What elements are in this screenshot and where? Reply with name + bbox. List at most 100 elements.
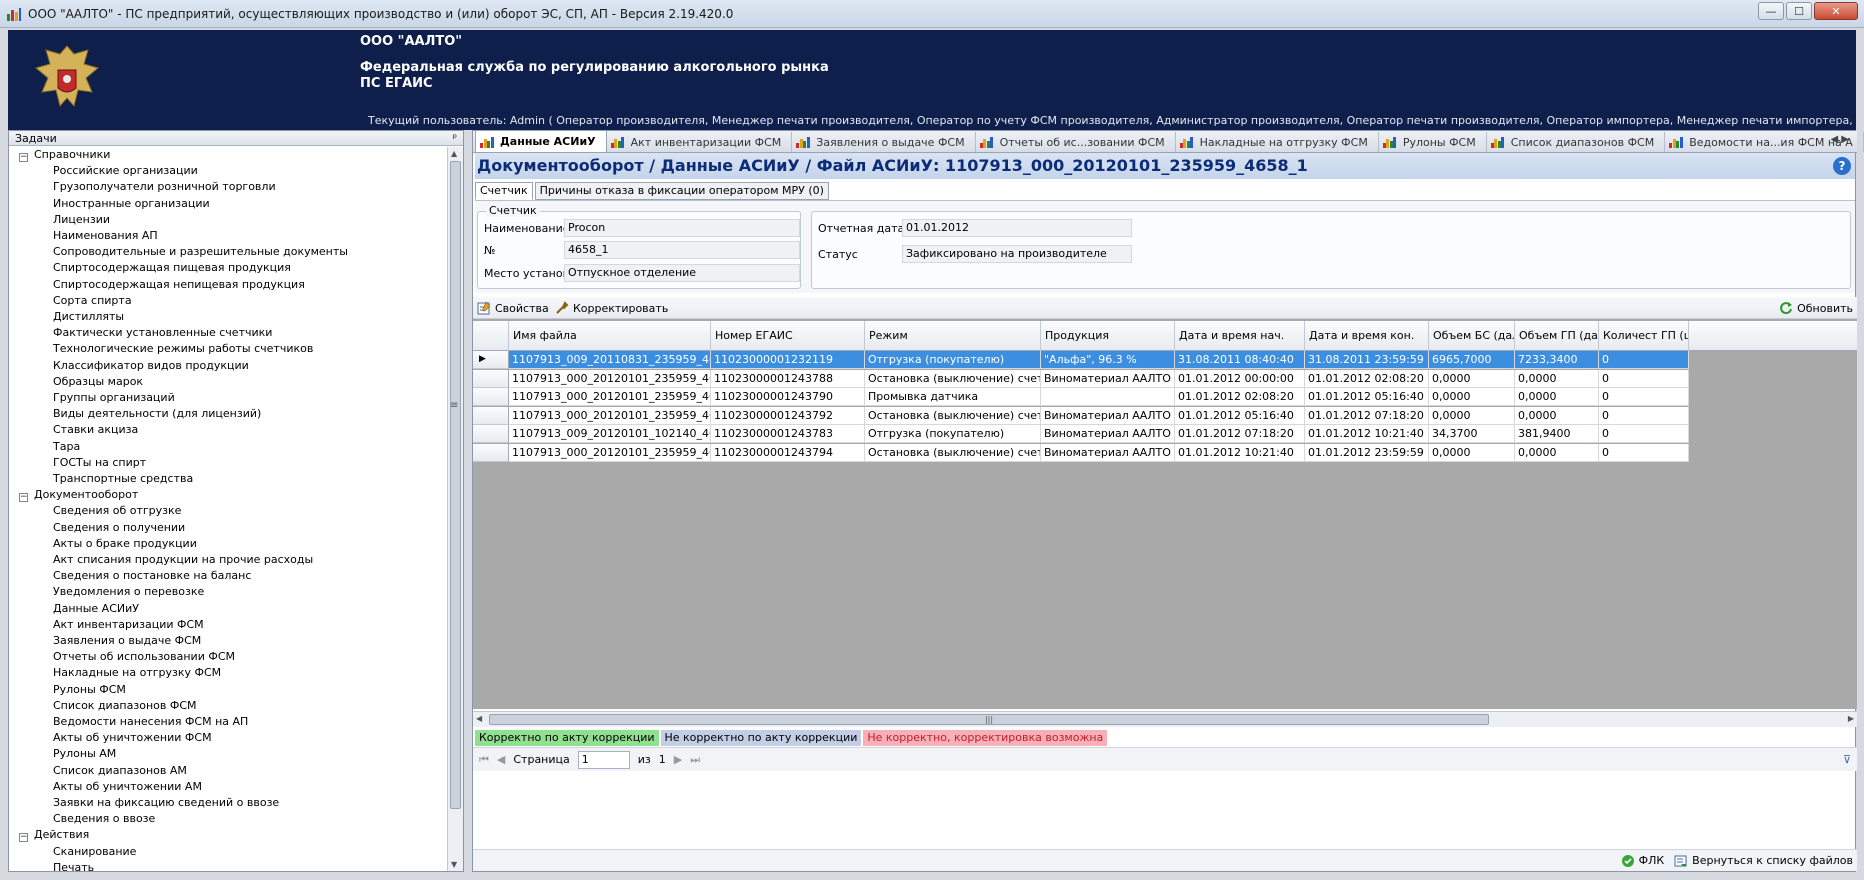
last-page-icon[interactable]: ⏭ <box>690 753 700 767</box>
column-header[interactable]: Дата и время нач. <box>1175 321 1305 351</box>
back-to-files-button[interactable]: Вернуться к списку файлов <box>1674 854 1853 868</box>
collapse-icon[interactable]: − <box>19 493 28 503</box>
minimize-button[interactable]: — <box>1758 2 1784 20</box>
subtab-rejection-reasons[interactable]: Причины отказа в фиксации оператором МРУ… <box>534 182 829 200</box>
column-header[interactable]: Объем БС (дал) <box>1429 321 1515 351</box>
tree-item[interactable]: Сведения о ввозе <box>53 811 155 827</box>
tree-item[interactable]: ГОСТы на спирт <box>53 455 146 471</box>
collapse-icon[interactable]: − <box>19 833 28 843</box>
tab-document[interactable]: Данные АСИиУ <box>475 130 607 152</box>
row-header[interactable] <box>473 388 509 407</box>
row-header[interactable] <box>473 406 509 425</box>
scroll-up-icon[interactable]: ▲ <box>451 149 457 158</box>
tree-item[interactable]: Группы организаций <box>53 390 175 406</box>
tree-item[interactable]: Акт списания продукции на прочие расходы <box>53 552 313 568</box>
flk-button[interactable]: ФЛК <box>1621 854 1664 868</box>
row-header[interactable] <box>473 425 509 444</box>
tree-item[interactable]: Накладные на отгрузку ФСМ <box>53 665 221 681</box>
table-row[interactable]: 1107913_009_20120101_102140_4658_1110230… <box>473 425 1689 444</box>
name-field[interactable]: Procon <box>564 219 800 237</box>
first-page-icon[interactable]: ⏮ <box>479 753 489 767</box>
tree-item[interactable]: Список диапазонов ФСМ <box>53 698 197 714</box>
status-field[interactable]: Зафиксировано на производителе <box>902 245 1132 263</box>
properties-button[interactable]: Свойства <box>477 300 549 316</box>
tree-item[interactable]: Образцы марок <box>53 374 143 390</box>
scroll-left-icon[interactable]: ◀ <box>476 714 482 723</box>
prev-page-icon[interactable]: ◀ <box>497 753 505 766</box>
row-header[interactable] <box>473 444 509 462</box>
report-date-field[interactable]: 01.01.2012 <box>902 219 1132 237</box>
correct-button[interactable]: Корректировать <box>555 300 668 316</box>
tree-item[interactable]: Виды деятельности (для лицензий) <box>53 406 261 422</box>
tree-item[interactable]: Заявки на фиксацию сведений о ввозе <box>53 795 279 811</box>
tree-item[interactable]: Сведения об отгрузке <box>53 503 181 519</box>
tree-item[interactable]: Тара <box>53 439 80 455</box>
tree-item[interactable]: Наименования АП <box>53 228 158 244</box>
table-row[interactable]: 1107913_000_20120101_235959_4658_1110230… <box>473 388 1689 407</box>
panel-splitter-icon[interactable]: ≡ <box>450 400 458 411</box>
tab-document[interactable]: Отчеты об ис...зовании ФСМ <box>976 132 1176 152</box>
close-button[interactable]: ✕ <box>1814 2 1858 20</box>
tree-item[interactable]: Лицензии <box>53 212 110 228</box>
tree-group[interactable]: − Действия <box>19 827 89 843</box>
tab-scroll-arrows-icon[interactable]: ◀ ▶ <box>1830 134 1849 145</box>
maximize-button[interactable]: ☐ <box>1786 2 1812 20</box>
column-header[interactable]: Продукция <box>1041 321 1175 351</box>
tree-item[interactable]: Заявления о выдаче ФСМ <box>53 633 201 649</box>
tree-item[interactable]: Сопроводительные и разрешительные докуме… <box>53 244 348 260</box>
tab-document[interactable]: Список диапазонов ФСМ <box>1487 132 1666 152</box>
tree-item[interactable]: Данные АСИиУ <box>53 601 139 617</box>
tree-item[interactable]: Печать <box>53 860 94 871</box>
help-icon[interactable]: ? <box>1833 157 1851 175</box>
tree-item[interactable]: Сорта спирта <box>53 293 132 309</box>
tree-item[interactable]: Дистилляты <box>53 309 124 325</box>
hscroll-thumb[interactable]: ||| <box>489 714 1489 725</box>
tree-item[interactable]: Уведомления о перевозке <box>53 584 204 600</box>
tab-document[interactable]: Накладные на отгрузку ФСМ <box>1176 132 1379 152</box>
subtab-counter[interactable]: Счетчик <box>475 182 533 200</box>
row-header[interactable]: ▶ <box>473 351 509 369</box>
refresh-button[interactable]: Обновить <box>1779 300 1853 316</box>
pin-icon[interactable]: ᵖ <box>453 133 457 144</box>
tree-item[interactable]: Иностранные организации <box>53 196 210 212</box>
tree-item[interactable]: Ставки акциза <box>53 422 138 438</box>
number-field[interactable]: 4658_1 <box>564 241 800 259</box>
collapse-icon[interactable]: − <box>19 153 28 162</box>
tree-item[interactable]: Сканирование <box>53 844 136 860</box>
tree-item[interactable]: Транспортные средства <box>53 471 193 487</box>
column-header[interactable]: Количест ГП (шт) <box>1599 321 1689 351</box>
tree-item[interactable]: Рулоны ФСМ <box>53 682 126 698</box>
tree-item[interactable]: Грузополучатели розничной торговли <box>53 179 276 195</box>
tree-item[interactable]: Российские организации <box>53 163 198 179</box>
place-field[interactable]: Отпускное отделение <box>564 264 800 282</box>
tasks-vertical-scrollbar[interactable]: ▲ ▼ <box>447 147 463 871</box>
column-header[interactable]: Дата и время кон. <box>1305 321 1429 351</box>
row-header[interactable] <box>473 369 509 388</box>
tree-item[interactable]: Акты о браке продукции <box>53 536 197 552</box>
table-row[interactable]: 1107913_000_20120101_235959_4658_1110230… <box>473 406 1689 425</box>
table-row[interactable]: 1107913_000_20120101_235959_4658_1110230… <box>473 444 1689 462</box>
column-header[interactable]: Имя файла <box>509 321 711 351</box>
column-header[interactable]: Режим <box>865 321 1041 351</box>
tree-item[interactable]: Фактически установленные счетчики <box>53 325 272 341</box>
column-header[interactable]: Объем ГП (дал) <box>1515 321 1599 351</box>
table-row[interactable]: ▶1107913_009_20110831_235959_4658_111023… <box>473 351 1689 369</box>
scroll-down-icon[interactable]: ▼ <box>451 860 457 869</box>
scroll-right-icon[interactable]: ▶ <box>1848 714 1854 723</box>
tree-item[interactable]: Технологические режимы работы счетчиков <box>53 341 313 357</box>
table-row[interactable]: 1107913_000_20120101_235959_4658_1110230… <box>473 369 1689 388</box>
tree-item[interactable]: Ведомости нанесения ФСМ на АП <box>53 714 248 730</box>
filter-icon[interactable]: ⊽ <box>1843 753 1851 766</box>
tree-group[interactable]: − Документооборот <box>19 487 138 503</box>
scrollbar-thumb[interactable] <box>450 161 461 809</box>
column-header[interactable]: Номер ЕГАИС <box>711 321 865 351</box>
tab-document[interactable]: Акт инвентаризации ФСМ <box>607 132 793 152</box>
tree-item[interactable]: Спиртосодержащая непищевая продукция <box>53 277 305 293</box>
tree-item[interactable]: Акты об уничтожении АМ <box>53 779 202 795</box>
tree-item[interactable]: Классификатор видов продукции <box>53 358 249 374</box>
tree-item[interactable]: Сведения о постановке на баланс <box>53 568 251 584</box>
tree-item[interactable]: Список диапазонов АМ <box>53 763 187 779</box>
tab-document[interactable]: Заявления о выдаче ФСМ <box>792 132 976 152</box>
tree-item[interactable]: Акты об уничтожении ФСМ <box>53 730 212 746</box>
tree-item[interactable]: Сведения о получении <box>53 520 185 536</box>
